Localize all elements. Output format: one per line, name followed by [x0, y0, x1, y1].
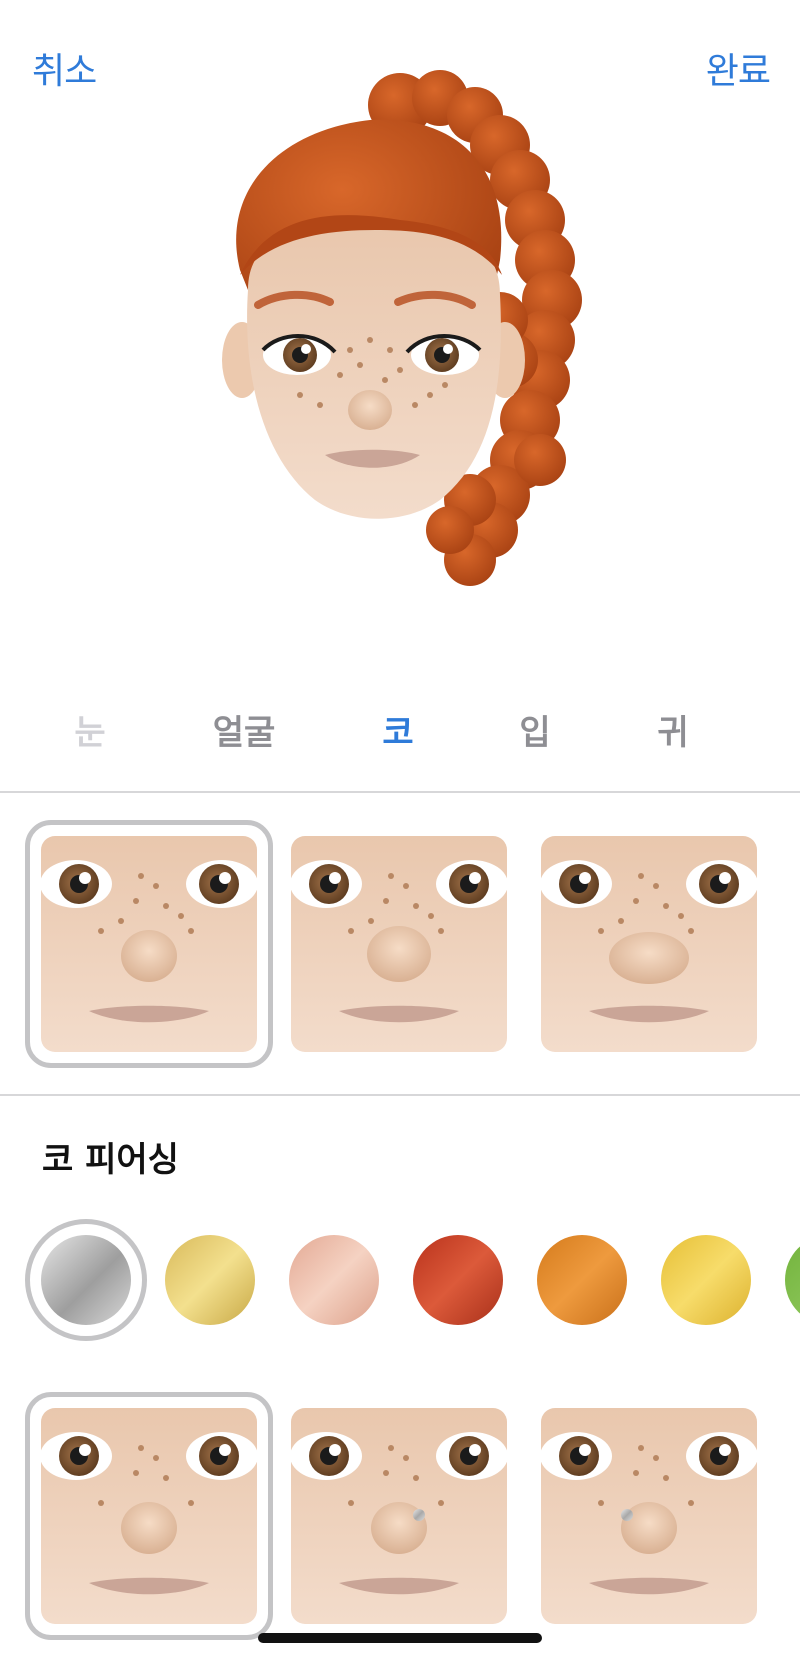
- piercing-option-none[interactable]: [41, 1408, 257, 1624]
- section-divider: [0, 1094, 800, 1096]
- tab-mouth[interactable]: 입: [519, 705, 550, 754]
- tab-eyes[interactable]: 눈: [74, 705, 105, 754]
- tab-face[interactable]: 얼굴: [213, 705, 276, 754]
- swatch-light-gold[interactable]: [165, 1235, 255, 1325]
- piercing-options: [0, 1392, 800, 1640]
- piercing-section-title: 코 피어싱: [42, 1140, 179, 1180]
- done-button[interactable]: 완료: [706, 42, 771, 94]
- swatch-silver[interactable]: [41, 1235, 131, 1325]
- swatch-green[interactable]: [785, 1235, 800, 1325]
- piercing-color-swatches: [0, 1215, 800, 1345]
- feature-tabs: 눈 얼굴 코 입 귀: [0, 705, 800, 761]
- nose-option-1[interactable]: [41, 836, 257, 1052]
- piercing-option-stud-right[interactable]: [291, 1408, 507, 1624]
- swatch-yellow[interactable]: [661, 1235, 751, 1325]
- nose-shape-options: [0, 820, 800, 1068]
- tab-nose[interactable]: 코: [382, 705, 413, 754]
- memoji-preview: [200, 60, 640, 620]
- tab-ears[interactable]: 귀: [657, 705, 688, 754]
- nose-option-2[interactable]: [291, 836, 507, 1052]
- swatch-red[interactable]: [413, 1235, 503, 1325]
- piercing-option-stud-left[interactable]: [541, 1408, 757, 1624]
- memoji-editor-screen: 취소 완료 눈 얼굴 코 입 귀 코 피어싱: [0, 0, 800, 1660]
- swatch-rose-gold[interactable]: [289, 1235, 379, 1325]
- nose-option-3[interactable]: [541, 836, 757, 1052]
- home-indicator[interactable]: [258, 1633, 542, 1643]
- swatch-orange[interactable]: [537, 1235, 627, 1325]
- cancel-button[interactable]: 취소: [32, 42, 97, 94]
- tabs-divider: [0, 791, 800, 793]
